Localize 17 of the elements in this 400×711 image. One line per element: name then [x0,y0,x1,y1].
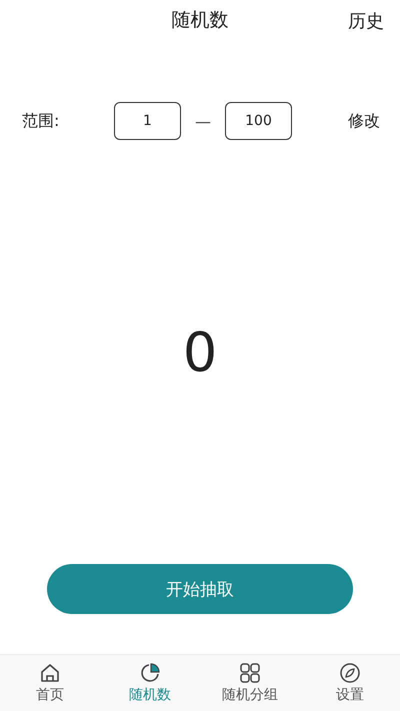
range-label: 范围: [22,110,60,132]
result-number: 0 [182,320,218,384]
compass-icon [339,662,361,684]
start-button[interactable]: 开始抽取 [47,564,353,614]
range-separator: — [194,112,212,130]
page-title: 随机数 [172,8,228,33]
pie-chart-icon [139,662,161,684]
history-link[interactable]: 历史 [348,9,384,33]
min-field[interactable]: 1 [114,102,181,140]
tab[interactable]: 随机分组 [200,655,300,711]
edit-link[interactable]: 修改 [348,110,380,132]
grid-icon [239,662,261,684]
tab[interactable]: 随机数 [100,655,200,711]
tab[interactable]: 设置 [300,655,400,711]
tab[interactable]: 首页 [0,655,100,711]
max-field[interactable]: 100 [225,102,292,140]
home-icon [39,662,61,684]
